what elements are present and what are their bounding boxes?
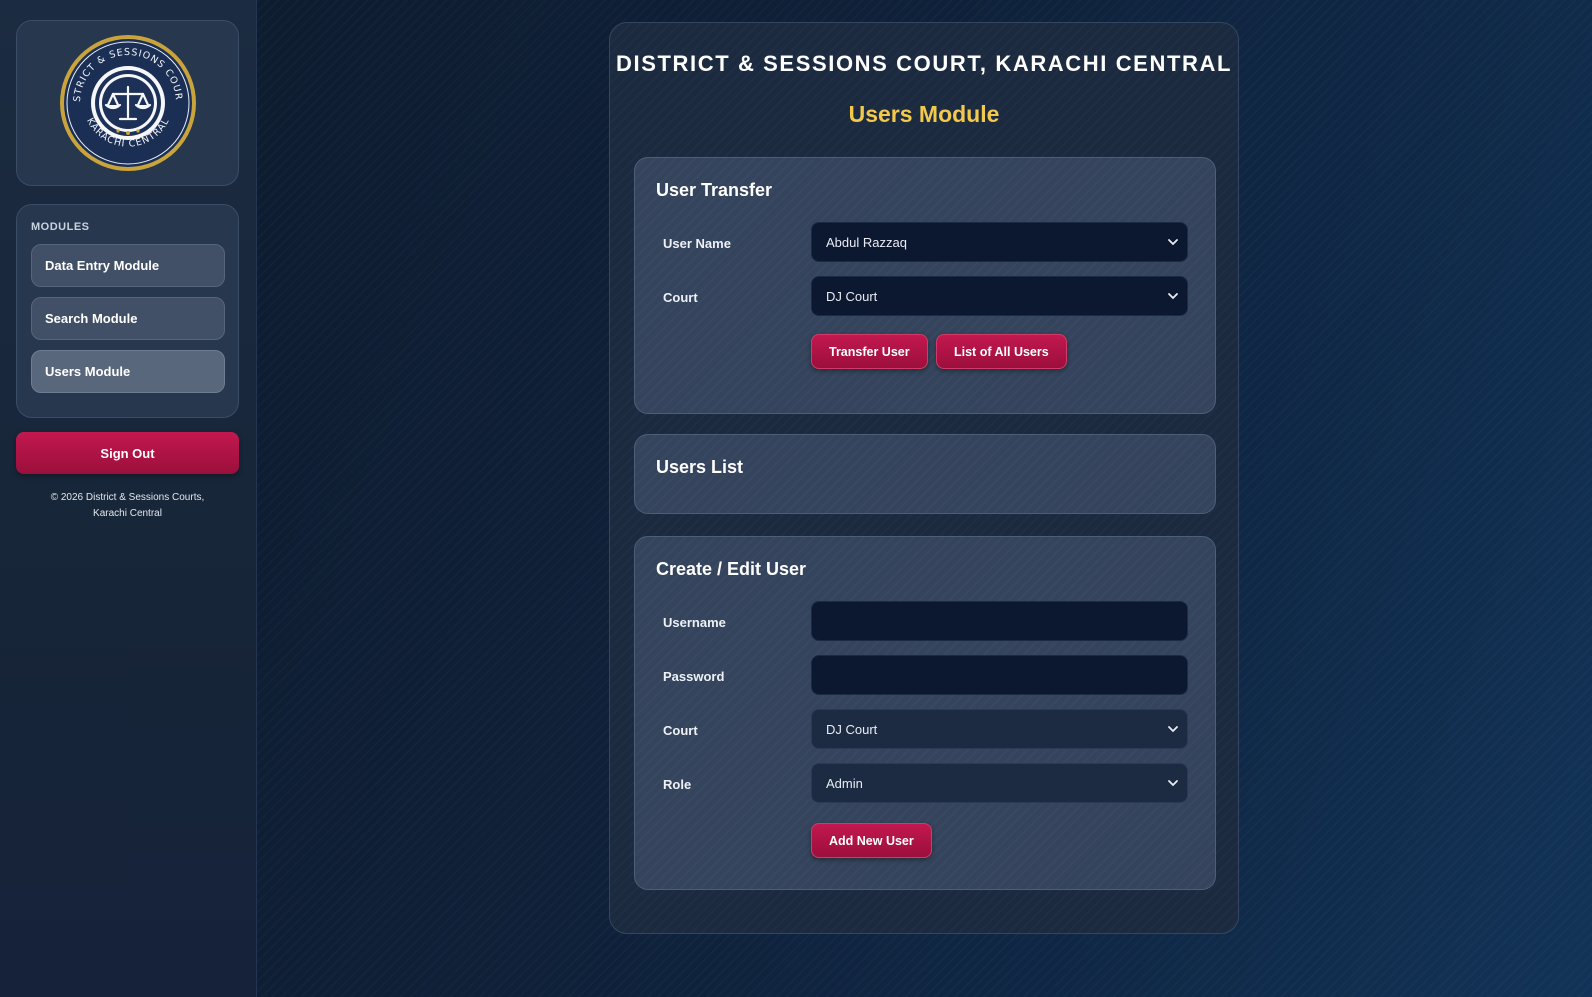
chevron-down-icon bbox=[1168, 726, 1178, 733]
create-edit-user-section: Create / Edit User Username Password Cou… bbox=[634, 536, 1216, 890]
copyright-line-1: © 2026 District & Sessions Courts, bbox=[50, 492, 205, 503]
select-value: Admin bbox=[826, 775, 863, 791]
section-title: User Transfer bbox=[656, 180, 773, 200]
sidebar: DISTRICT & SESSIONS COURTS KARACHI CENTR… bbox=[0, 0, 257, 997]
court-label: Court bbox=[663, 723, 698, 738]
username-input[interactable] bbox=[811, 601, 1188, 641]
court-select[interactable]: DJ Court bbox=[811, 276, 1188, 316]
role-select[interactable]: Admin bbox=[811, 763, 1188, 803]
users-list-section: Users List bbox=[634, 434, 1216, 514]
copyright-line-2: Karachi Central bbox=[93, 508, 162, 519]
sidebar-item-label: Search Module bbox=[45, 311, 138, 326]
list-all-users-button[interactable]: List of All Users bbox=[936, 334, 1067, 369]
sidebar-item-users[interactable]: Users Module bbox=[31, 350, 225, 393]
court-title: DISTRICT & SESSIONS COURT, KARACHI CENTR… bbox=[616, 51, 1232, 76]
court-seal-logo: DISTRICT & SESSIONS COURTS KARACHI CENTR… bbox=[58, 33, 196, 171]
select-value: DJ Court bbox=[826, 288, 878, 304]
select-value: DJ Court bbox=[826, 721, 878, 737]
modules-heading: MODULES bbox=[31, 221, 90, 233]
password-label: Password bbox=[663, 669, 725, 684]
add-new-user-button[interactable]: Add New User bbox=[811, 823, 932, 858]
section-title: Users List bbox=[656, 457, 744, 477]
logo-card: DISTRICT & SESSIONS COURTS KARACHI CENTR… bbox=[16, 20, 239, 186]
sidebar-item-label: Users Module bbox=[45, 364, 131, 379]
transfer-user-button[interactable]: Transfer User bbox=[811, 334, 928, 369]
password-input[interactable] bbox=[811, 655, 1188, 695]
user-name-select[interactable]: Abdul Razzaq bbox=[811, 222, 1188, 262]
court-label: Court bbox=[663, 290, 698, 305]
section-title: Create / Edit User bbox=[656, 559, 807, 579]
sidebar-item-data-entry[interactable]: Data Entry Module bbox=[31, 244, 225, 287]
modules-card: MODULES Data Entry Module Search Module … bbox=[16, 204, 239, 418]
chevron-down-icon bbox=[1168, 293, 1178, 300]
chevron-down-icon bbox=[1168, 780, 1178, 787]
select-value: Abdul Razzaq bbox=[826, 234, 907, 250]
sign-out-button[interactable]: Sign Out bbox=[16, 432, 239, 474]
court-select[interactable]: DJ Court bbox=[811, 709, 1188, 749]
sidebar-item-label: Data Entry Module bbox=[45, 258, 160, 273]
role-label: Role bbox=[663, 777, 692, 792]
sidebar-item-search[interactable]: Search Module bbox=[31, 297, 225, 340]
user-name-label: User Name bbox=[663, 236, 731, 251]
page-title: Users Module bbox=[848, 101, 1000, 127]
main-panel: DISTRICT & SESSIONS COURT, KARACHI CENTR… bbox=[609, 22, 1239, 934]
username-label: Username bbox=[663, 615, 726, 630]
chevron-down-icon bbox=[1168, 239, 1178, 246]
user-transfer-section: User Transfer User Name Abdul Razzaq Cou… bbox=[634, 157, 1216, 414]
copyright: © 2026 District & Sessions Courts, Karac… bbox=[16, 490, 239, 522]
